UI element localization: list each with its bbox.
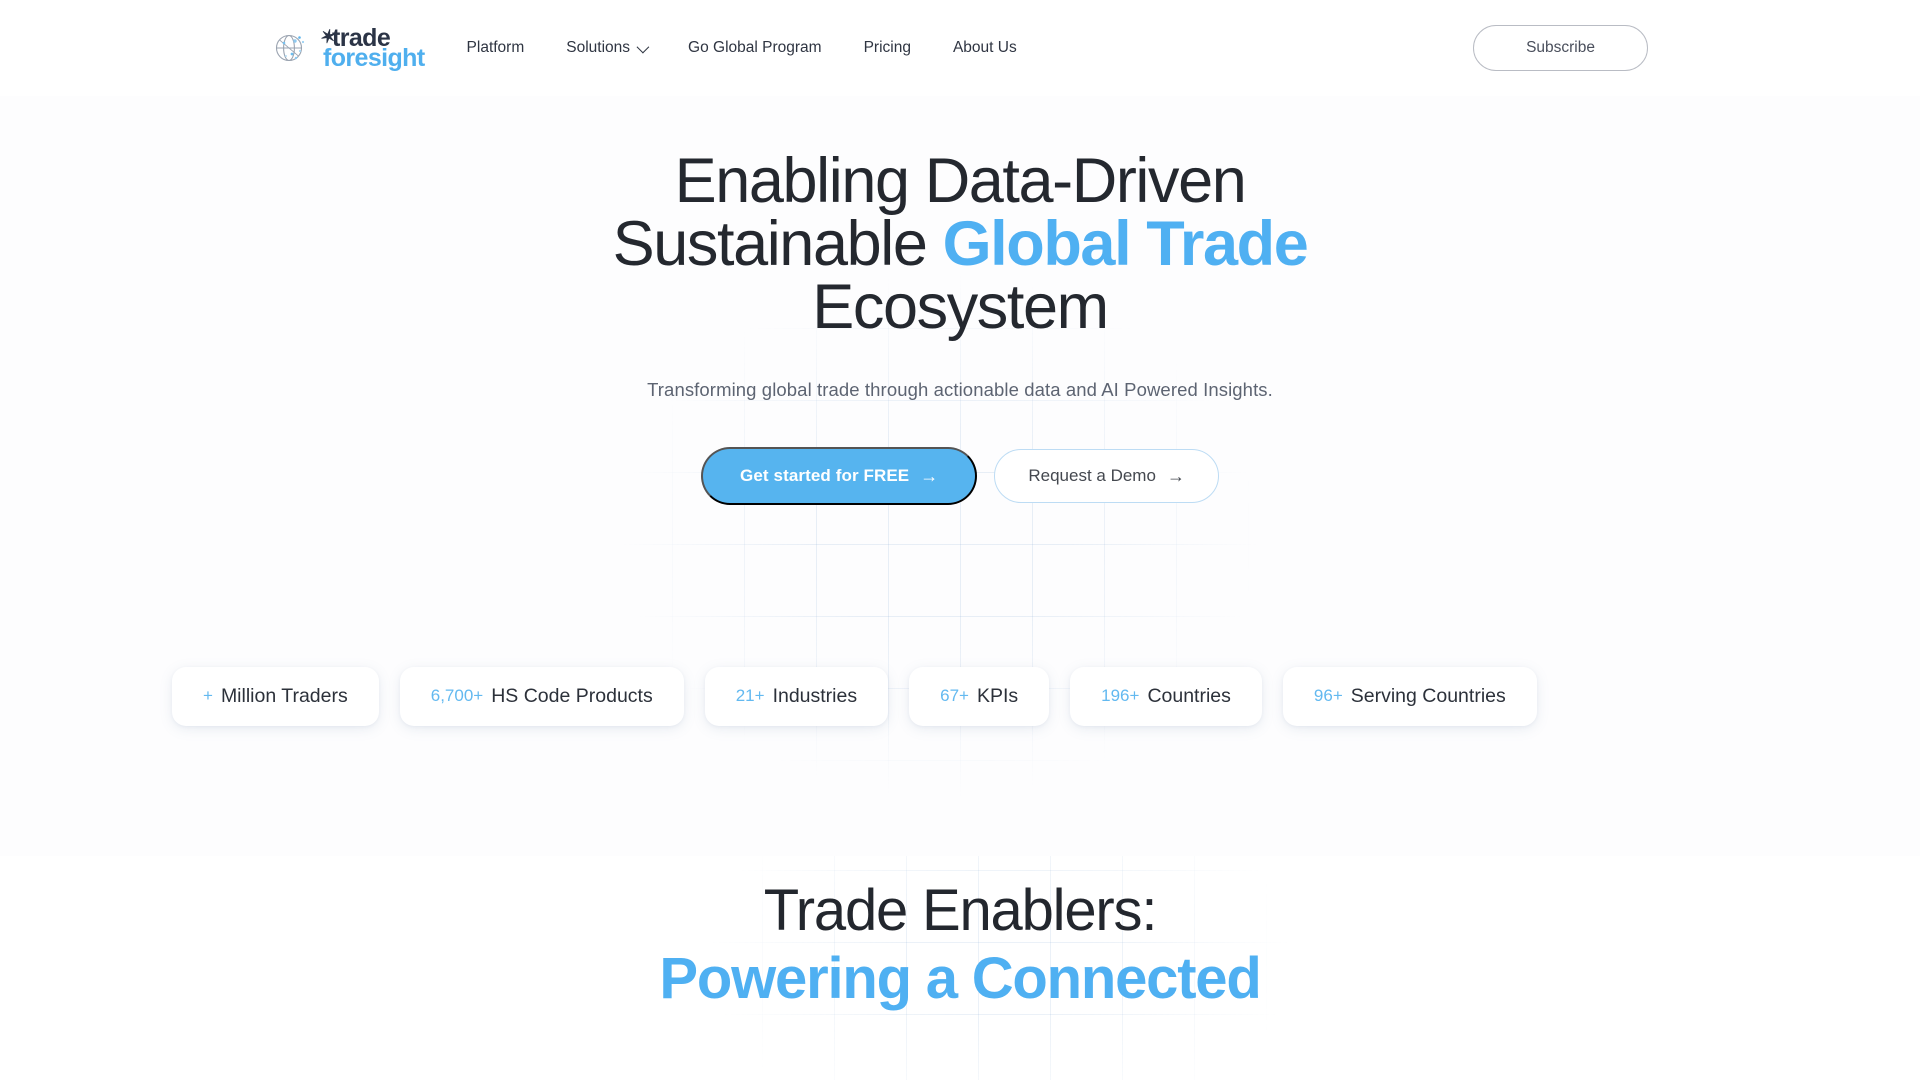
headline-accent: Global Trade bbox=[942, 209, 1309, 279]
stat-chip-hs-code-products: 6,700+ HS Code Products bbox=[399, 666, 684, 726]
stat-number: 21+ bbox=[735, 686, 765, 705]
stat-chip-countries: 196+ Countries bbox=[1070, 666, 1262, 726]
stat-chip-serving-countries: 96+ Serving Countries bbox=[1282, 666, 1537, 726]
headline-line-2: Sustainable Global Trade bbox=[0, 213, 1920, 276]
arrow-right-icon: → bbox=[920, 466, 939, 486]
stat-label: KPIs bbox=[976, 684, 1019, 707]
headline-line-1: Enabling Data-Driven bbox=[674, 146, 1247, 216]
hero-cta-row: Get started for FREE → Request a Demo → bbox=[0, 447, 1920, 505]
stat-chip-million-traders: + Million Traders bbox=[172, 666, 379, 726]
stat-label: Countries bbox=[1147, 684, 1231, 707]
headline-plain: Sustainable bbox=[612, 209, 943, 279]
nav-item-platform[interactable]: Platform bbox=[467, 29, 546, 67]
stat-chip-kpis: 67+ KPIs bbox=[909, 666, 1050, 726]
stat-number: 67+ bbox=[940, 686, 969, 705]
section2-title-line-2: Powering a Connected bbox=[659, 945, 1261, 1011]
nav-label: Go Global Program bbox=[688, 39, 822, 56]
trade-enablers-section: Trade Enablers: Powering a Connected bbox=[0, 856, 1920, 1080]
secondary-cta-label: Request a Demo bbox=[1028, 466, 1156, 485]
chevron-down-icon bbox=[636, 40, 650, 53]
header-inner: ✶ trade foresight Platform Solutions Go G… bbox=[0, 0, 1920, 96]
stat-number: 6,700+ bbox=[430, 686, 484, 705]
nav-label: Platform bbox=[466, 39, 525, 56]
stat-label: Serving Countries bbox=[1350, 684, 1506, 707]
stats-ticker[interactable]: + Million Traders 6,700+ HS Code Product… bbox=[0, 651, 1920, 741]
logo-word-trade: ✶ trade bbox=[318, 23, 391, 52]
stat-number: + bbox=[203, 686, 213, 705]
section2-title-line-1: Trade Enablers: bbox=[763, 878, 1158, 943]
main-navigation: Platform Solutions Go Global Program Pri… bbox=[467, 29, 1038, 67]
subscribe-button[interactable]: Subscribe bbox=[1473, 25, 1648, 71]
logo-wordmark: ✶ trade foresight bbox=[318, 23, 425, 70]
nav-label: Pricing bbox=[863, 39, 911, 56]
brand-logo[interactable]: ✶ trade foresight bbox=[272, 23, 425, 71]
globe-network-icon bbox=[272, 27, 314, 69]
stat-chip-industries: 21+ Industries bbox=[704, 666, 889, 726]
site-header: ✶ trade foresight Platform Solutions Go G… bbox=[0, 0, 1920, 96]
hero-headline: Enabling Data-Driven Sustainable Global … bbox=[0, 150, 1920, 339]
stat-number: 196+ bbox=[1101, 686, 1140, 705]
nav-item-go-global-program[interactable]: Go Global Program bbox=[667, 29, 843, 67]
headline-line-3: Ecosystem bbox=[812, 272, 1109, 342]
nav-item-pricing[interactable]: Pricing bbox=[843, 29, 932, 67]
get-started-free-button[interactable]: Get started for FREE → bbox=[701, 447, 978, 505]
hero-subheadline: Transforming global trade through action… bbox=[647, 379, 1273, 400]
hero-section: Enabling Data-Driven Sustainable Global … bbox=[0, 96, 1920, 856]
stat-label: Million Traders bbox=[220, 684, 348, 707]
arrow-right-icon: → bbox=[1166, 466, 1185, 486]
nav-item-about-us[interactable]: About Us bbox=[932, 29, 1038, 67]
nav-label: Solutions bbox=[566, 39, 631, 56]
stat-label: Industries bbox=[772, 684, 858, 707]
primary-cta-label: Get started for FREE bbox=[740, 466, 910, 485]
nav-item-solutions[interactable]: Solutions bbox=[545, 29, 667, 67]
stat-label: HS Code Products bbox=[491, 684, 653, 707]
stat-number: 96+ bbox=[1313, 686, 1343, 705]
nav-label: About Us bbox=[952, 39, 1017, 56]
stats-ticker-track: + Million Traders 6,700+ HS Code Product… bbox=[0, 651, 1920, 741]
section2-heading-block: Trade Enablers: Powering a Connected bbox=[0, 856, 1920, 1012]
hero-content: Enabling Data-Driven Sustainable Global … bbox=[0, 96, 1920, 505]
request-demo-button[interactable]: Request a Demo → bbox=[994, 449, 1219, 503]
